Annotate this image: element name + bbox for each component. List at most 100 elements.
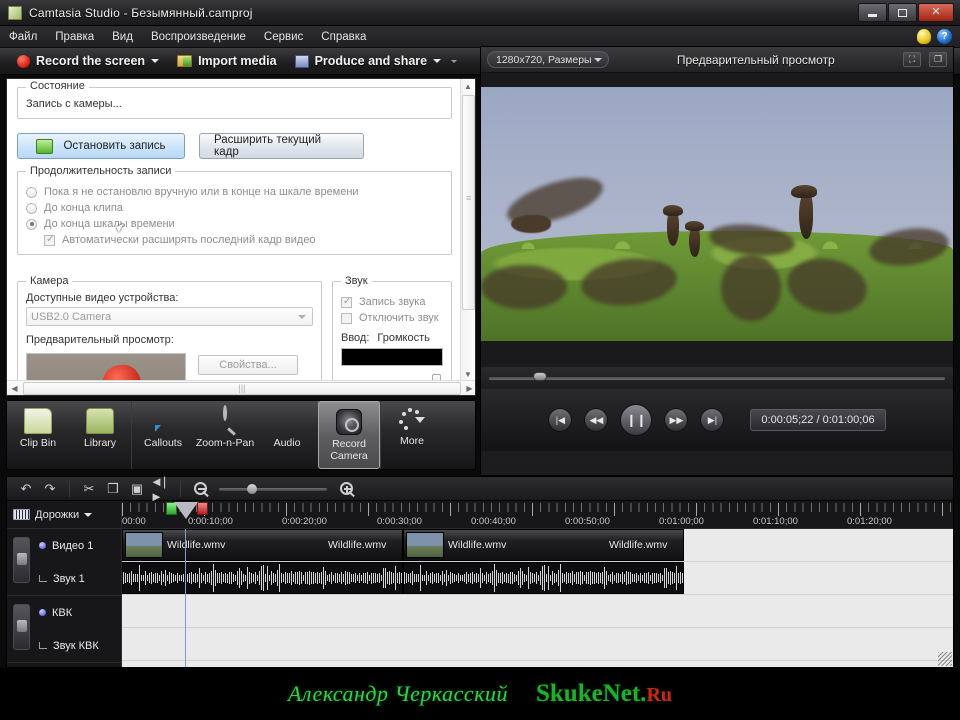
auto-extend-checkbox-row[interactable]: Автоматически расширять последний кадр в… xyxy=(44,234,443,246)
preview-seek-bar[interactable] xyxy=(481,367,953,389)
waveform-bar xyxy=(574,578,575,583)
extend-frame-button[interactable]: Расширить текущий кадр xyxy=(199,133,364,159)
selection-end-marker[interactable] xyxy=(197,502,208,515)
waveform-bar xyxy=(522,571,523,578)
panel-vertical-scrollbar[interactable]: ▲ ▼ xyxy=(460,79,475,382)
track-lock-icon[interactable] xyxy=(13,537,30,583)
radio-icon xyxy=(26,186,37,198)
tool-callouts[interactable]: Callouts xyxy=(132,401,194,469)
window-controls: ✕ xyxy=(857,3,954,22)
tool-label: Library xyxy=(83,437,117,449)
menu-edit[interactable]: Правка xyxy=(46,28,103,46)
maximize-button[interactable] xyxy=(888,3,917,22)
playhead-handle[interactable] xyxy=(174,502,198,519)
menu-view[interactable]: Вид xyxy=(103,28,142,46)
rewind-button[interactable]: ◀◀ xyxy=(584,408,609,432)
record-audio-checkbox-row[interactable]: Запись звука xyxy=(341,296,443,308)
zoom-slider[interactable] xyxy=(219,482,327,496)
video-preview[interactable] xyxy=(481,73,953,367)
scroll-left-arrow-icon[interactable]: ◀ xyxy=(7,384,22,393)
fast-forward-button[interactable]: ▶▶ xyxy=(664,408,689,432)
panel-horizontal-scrollbar[interactable]: ◀ ||| ▶ xyxy=(7,380,475,395)
zoom-in-icon[interactable] xyxy=(335,479,357,499)
scroll-right-arrow-icon[interactable]: ▶ xyxy=(462,384,475,393)
timeline-clip[interactable]: Wildlife.wmv Wildlife.wmv xyxy=(403,529,684,561)
tool-zoom-n-pan[interactable]: Zoom-n-Pan xyxy=(194,401,256,469)
close-button[interactable]: ✕ xyxy=(918,3,954,22)
menu-playback[interactable]: Воспроизведение xyxy=(142,28,255,46)
menu-help[interactable]: Справка xyxy=(312,28,375,46)
radio-until-timeline-end[interactable]: До конца шкалы времени xyxy=(26,218,443,230)
overflow-chevron-icon[interactable] xyxy=(451,59,458,63)
track-lock-icon[interactable] xyxy=(13,604,30,650)
lightbulb-icon[interactable] xyxy=(917,29,931,44)
waveform-bar xyxy=(580,571,581,578)
waveform-bar xyxy=(658,578,659,582)
detach-icon[interactable]: ❐ xyxy=(929,52,947,67)
waveform-bar xyxy=(343,578,344,583)
scroll-up-arrow-icon[interactable]: ▲ xyxy=(461,79,475,94)
resize-grip-icon[interactable] xyxy=(938,652,952,666)
seek-knob[interactable] xyxy=(533,372,547,381)
produce-and-share-button[interactable]: Produce and share xyxy=(286,52,467,70)
zoom-slider-knob[interactable] xyxy=(247,483,257,494)
waveform-bar xyxy=(632,578,633,583)
chevron-down-icon[interactable] xyxy=(433,59,442,63)
timeline-ruler[interactable]: 00:00 0:00:10;00 0:00:20;00 0:00:30;00 0… xyxy=(122,501,953,529)
radio-until-clip-end[interactable]: До конца клипа xyxy=(26,202,443,214)
camera-properties-button[interactable]: Свойства... xyxy=(198,355,298,375)
timeline-audio-clip[interactable] xyxy=(403,562,684,594)
waveform-bar xyxy=(329,578,330,583)
timeline-clip[interactable]: Wildlife.wmv Wildlife.wmv xyxy=(122,529,403,561)
waveform-bar xyxy=(231,578,232,585)
paste-icon[interactable]: ▣ xyxy=(126,479,148,499)
tool-audio[interactable]: Audio xyxy=(256,401,318,469)
hscrollbar-thumb[interactable]: ||| xyxy=(23,381,461,395)
tool-clip-bin[interactable]: Clip Bin xyxy=(7,401,69,469)
tool-library[interactable]: Library xyxy=(69,401,131,469)
produce-label: Produce and share xyxy=(314,54,428,68)
waveform-bar xyxy=(267,566,268,578)
preview-dimensions-select[interactable]: 1280x720, Размеры xyxy=(487,51,609,68)
menu-file[interactable]: Файл xyxy=(0,28,46,46)
waveform-bar xyxy=(351,578,352,583)
radio-until-manual-stop[interactable]: Пока я не остановлю вручную или в конце … xyxy=(26,186,443,198)
waveform-bar xyxy=(442,571,443,578)
minimize-button[interactable] xyxy=(858,3,887,22)
stop-recording-button[interactable]: Остановить запись xyxy=(17,133,185,159)
video-device-select[interactable]: USB2.0 Camera xyxy=(26,307,313,326)
help-icon[interactable]: ? xyxy=(937,29,952,44)
pause-button[interactable]: ❙❙ xyxy=(620,404,653,436)
tracks-menu-button[interactable]: Дорожки xyxy=(7,501,121,529)
copy-icon[interactable]: ❐ xyxy=(102,479,124,499)
split-icon[interactable]: ◄|► xyxy=(150,474,172,504)
timeline-audio-clip[interactable] xyxy=(122,562,403,594)
waveform-bar xyxy=(550,578,551,582)
waveform-bar xyxy=(468,578,469,582)
fullscreen-icon[interactable]: ⛶ xyxy=(903,52,921,67)
zoom-out-icon[interactable] xyxy=(189,479,211,499)
mute-audio-checkbox-row[interactable]: Отключить звук xyxy=(341,312,443,324)
lane-kvk[interactable] xyxy=(122,595,953,628)
waveform-bar xyxy=(301,578,302,585)
tool-record-camera[interactable]: Record Camera xyxy=(318,401,380,469)
chevron-down-icon[interactable] xyxy=(151,59,160,63)
import-media-button[interactable]: Import media xyxy=(168,52,286,70)
track-enable-dot[interactable] xyxy=(39,609,46,616)
menu-tools[interactable]: Сервис xyxy=(255,28,312,46)
undo-icon[interactable]: ↶ xyxy=(15,479,37,499)
waveform-bar xyxy=(279,578,280,592)
cut-icon[interactable]: ✂ xyxy=(78,479,100,499)
timeline-tracks-area[interactable]: 00:00 0:00:10;00 0:00:20;00 0:00:30;00 0… xyxy=(122,501,953,667)
waveform-bar xyxy=(654,578,655,584)
lane-audio-kvk[interactable] xyxy=(122,628,953,661)
go-to-end-button[interactable]: ▶| xyxy=(700,408,725,432)
scrollbar-thumb[interactable] xyxy=(462,95,475,310)
go-to-start-button[interactable]: |◀ xyxy=(548,408,573,432)
record-the-screen-button[interactable]: Record the screen xyxy=(8,52,168,70)
tool-more[interactable]: More xyxy=(381,401,443,469)
title-bar: Camtasia Studio - Безымянный.camproj ✕ xyxy=(0,0,960,26)
track-enable-dot[interactable] xyxy=(39,542,46,549)
redo-icon[interactable]: ↷ xyxy=(39,479,61,499)
track-headers: Дорожки Видео 1 Звук 1 КВК Звук КВК xyxy=(7,501,122,667)
